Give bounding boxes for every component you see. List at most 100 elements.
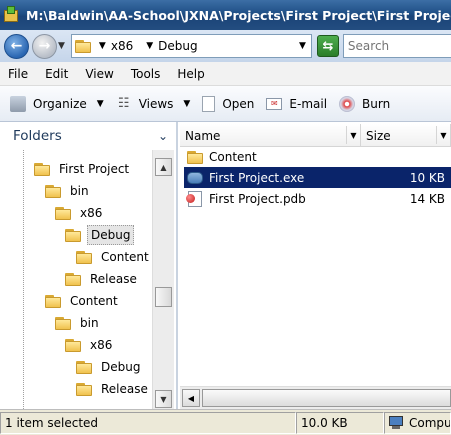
menu-tools[interactable]: Tools xyxy=(131,67,161,81)
tree-item-label: Debug xyxy=(87,225,135,245)
recent-pages-dropdown[interactable]: ▼ xyxy=(58,41,65,51)
status-bar: 1 item selected 10.0 KB Computer xyxy=(0,409,451,435)
chevron-down-icon[interactable]: ⌄ xyxy=(158,129,168,143)
burn-label: Burn xyxy=(362,96,391,111)
folders-scrollbar[interactable]: ▲ ▼ xyxy=(152,150,174,409)
scroll-up-button[interactable]: ▲ xyxy=(155,158,172,176)
tree-item-label: Release xyxy=(90,272,137,286)
folder-icon xyxy=(45,294,61,308)
folders-title: Folders xyxy=(13,128,62,144)
folder-icon xyxy=(65,338,81,352)
search-input[interactable] xyxy=(347,39,451,53)
chevron-down-icon[interactable]: ▼ xyxy=(346,126,360,144)
computer-icon xyxy=(389,416,405,429)
gamepad-icon xyxy=(186,170,204,186)
column-header-name[interactable]: Name ▼ xyxy=(180,124,361,147)
tree-item-debug[interactable]: Debug xyxy=(76,356,143,378)
menu-bar: File Edit View Tools Help xyxy=(0,62,451,86)
file-row-first-project-pdb[interactable]: First Project.pdb 14 KB xyxy=(184,188,451,209)
views-label: Views xyxy=(138,96,174,111)
folder-icon xyxy=(34,162,50,176)
menu-view[interactable]: View xyxy=(85,67,113,81)
tree-item-label: bin xyxy=(80,316,99,330)
tree-item-content[interactable]: Content xyxy=(76,246,152,268)
folder-icon xyxy=(65,228,81,242)
organize-icon xyxy=(10,95,26,112)
folder-icon xyxy=(45,184,61,198)
organize-button[interactable]: Organize ▼ xyxy=(10,95,104,112)
tree-item-bin[interactable]: bin xyxy=(55,312,102,334)
views-button[interactable]: ☷ Views ▼ xyxy=(116,96,191,112)
file-size: 10 KB xyxy=(409,170,445,185)
folder-icon xyxy=(65,272,81,286)
column-header-size[interactable]: Size ▼ xyxy=(361,124,451,147)
refresh-icon: ⇆ xyxy=(322,38,334,54)
tree-item-label: Debug xyxy=(101,360,141,374)
debug-file-icon xyxy=(186,190,204,207)
scroll-down-button[interactable]: ▼ xyxy=(155,390,172,408)
folder-icon xyxy=(55,206,71,220)
breadcrumb-x86[interactable]: x86 xyxy=(111,39,133,53)
tree-item-debug[interactable]: Debug xyxy=(65,224,135,246)
folder-icon xyxy=(74,39,91,53)
scroll-left-button[interactable]: ◀ xyxy=(182,389,200,407)
arrow-left-icon: ← xyxy=(10,38,23,54)
folder-icon xyxy=(76,360,92,374)
tree-item-x86[interactable]: x86 xyxy=(65,334,115,356)
email-button[interactable]: ✉ E-mail xyxy=(266,97,327,111)
file-name: Content xyxy=(209,149,257,164)
chevron-down-icon: ▼ xyxy=(183,98,191,109)
file-name: First Project.exe xyxy=(209,170,305,185)
title-bar[interactable]: M:\Baldwin\AA-School\JXNA\Projects\First… xyxy=(0,0,451,30)
column-header-label: Size xyxy=(366,128,391,143)
file-row-first-project-exe[interactable]: First Project.exe 10 KB xyxy=(184,167,451,188)
file-list-scrollbar[interactable]: ◀ xyxy=(180,386,451,409)
folder-tree: First Project bin x86 Debug Content Rele… xyxy=(0,150,152,409)
document-icon xyxy=(202,95,216,112)
scroll-thumb[interactable] xyxy=(155,287,172,307)
tree-item-content[interactable]: Content xyxy=(45,290,121,312)
window-title: M:\Baldwin\AA-School\JXNA\Projects\First… xyxy=(26,7,451,23)
burn-button[interactable]: Burn xyxy=(339,95,391,112)
tree-item-release[interactable]: Release xyxy=(65,268,140,290)
status-location-label: Computer xyxy=(409,415,451,430)
folder-icon xyxy=(186,149,204,165)
tree-item-label: x86 xyxy=(90,338,113,352)
menu-help[interactable]: Help xyxy=(177,67,204,81)
tree-item-label: First Project xyxy=(59,162,130,176)
address-row: ← → ▼ ▼ x86 ▼ Debug ▼ ⇆ xyxy=(0,30,451,62)
views-icon: ☷ xyxy=(117,96,130,111)
arrow-right-icon: → xyxy=(38,38,51,54)
search-box[interactable] xyxy=(342,34,451,58)
address-dropdown[interactable]: ▼ xyxy=(299,41,306,51)
forward-button[interactable]: → xyxy=(32,33,57,59)
tree-item-first-project[interactable]: First Project xyxy=(34,158,132,180)
back-button[interactable]: ← xyxy=(4,33,29,59)
tree-item-x86[interactable]: x86 xyxy=(55,202,105,224)
file-row-content[interactable]: Content xyxy=(184,146,451,167)
tree-item-label: x86 xyxy=(80,206,103,220)
tree-item-bin[interactable]: bin xyxy=(45,180,92,202)
breadcrumb-debug[interactable]: Debug xyxy=(158,39,197,53)
tree-item-label: bin xyxy=(70,184,89,198)
folders-pane: Folders ⌄ First Project bin x86 Debug Co… xyxy=(0,122,178,409)
refresh-button[interactable]: ⇆ xyxy=(316,35,339,57)
chevron-down-icon: ▼ xyxy=(96,98,104,109)
command-toolbar: Organize ▼ ☷ Views ▼ Open ✉ E-mail Burn xyxy=(0,86,451,122)
tree-item-label: Content xyxy=(70,294,118,308)
breadcrumb-separator[interactable]: ▼ xyxy=(146,41,153,51)
tree-item-release[interactable]: Release xyxy=(76,378,151,400)
breadcrumb-separator[interactable]: ▼ xyxy=(99,41,106,51)
folder-icon xyxy=(76,382,92,396)
file-list-pane: Name ▼ Size ▼ Content First Project.exe … xyxy=(180,122,451,409)
open-button[interactable]: Open xyxy=(202,95,254,112)
menu-edit[interactable]: Edit xyxy=(45,67,68,81)
file-name: First Project.pdb xyxy=(209,191,306,206)
scroll-thumb[interactable] xyxy=(202,389,451,407)
address-bar[interactable]: ▼ x86 ▼ Debug ▼ xyxy=(70,34,312,58)
folders-header[interactable]: Folders ⌄ xyxy=(0,122,176,150)
menu-file[interactable]: File xyxy=(8,67,28,81)
tree-item-label: Release xyxy=(101,382,148,396)
chevron-down-icon[interactable]: ▼ xyxy=(436,126,450,144)
column-header-label: Name xyxy=(185,128,221,143)
